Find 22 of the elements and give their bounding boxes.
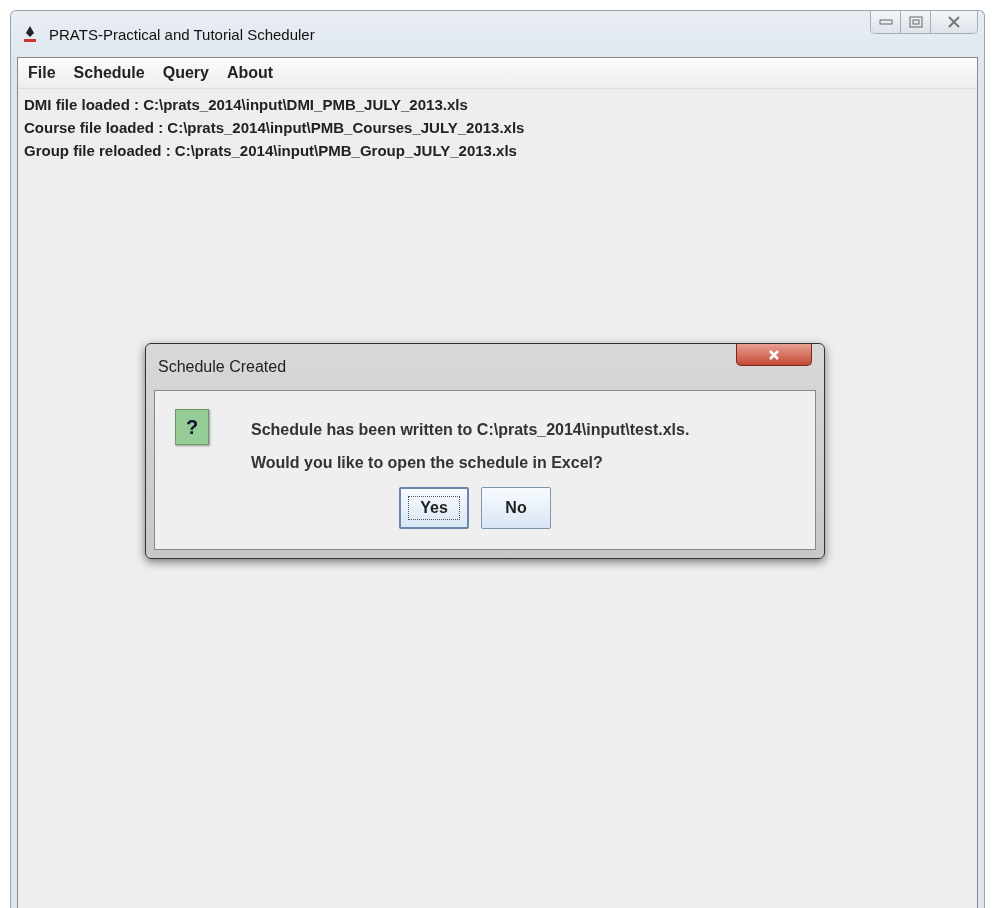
app-icon — [21, 25, 39, 43]
menu-item[interactable]: Query — [162, 64, 209, 82]
log-line: Course file loaded : C:\prats_2014\input\PMB_Courses_JULY_2013.xls — [24, 118, 526, 138]
minimize-icon — [878, 18, 893, 26]
maximize-icon — [908, 16, 923, 28]
message-text: Would you like to open the schedule in Excel? — [251, 453, 604, 473]
close-button[interactable] — [736, 344, 812, 366]
window-title: PRATS-Practical and Tutorial Scheduler — [49, 25, 315, 43]
message-text: Schedule has been written to C:\prats_2014\input\test.xls. — [251, 420, 690, 440]
close-icon — [947, 16, 961, 28]
yes-button[interactable]: Yes — [399, 487, 469, 529]
menu-item[interactable]: About — [226, 64, 274, 82]
menu-item[interactable]: File — [28, 64, 56, 82]
question-icon: ? — [175, 409, 209, 445]
dialog-title: Schedule Created — [157, 358, 287, 376]
close-icon — [768, 348, 780, 361]
log-line: DMI file loaded : C:\prats_2014\input\DMI_PMB_JULY_2013.xls — [24, 95, 469, 115]
maximize-button[interactable] — [901, 11, 931, 33]
no-button[interactable]: No — [481, 487, 551, 529]
minimize-button[interactable] — [871, 11, 901, 33]
log-line: Group file reloaded : C:\prats_2014\input\PMB_Group_JULY_2013.xls — [24, 141, 518, 161]
menu-item[interactable]: Schedule — [73, 64, 145, 82]
